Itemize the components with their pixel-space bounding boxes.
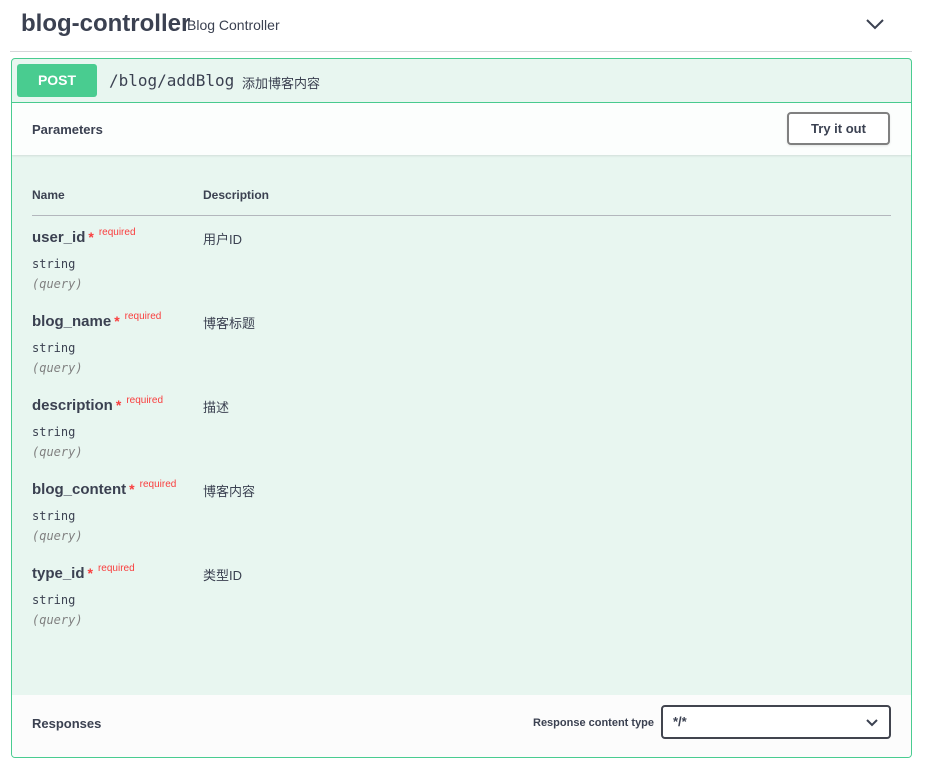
parameters-header: Parameters Try it out	[12, 103, 911, 155]
operation-path: /blog/addBlog	[109, 71, 235, 90]
http-method-badge: POST	[17, 64, 97, 97]
param-name: blog_name	[32, 313, 112, 330]
required-label: required	[98, 227, 136, 238]
param-name: blog_content	[32, 481, 127, 498]
required-star: *	[87, 565, 93, 581]
param-location: (query)	[32, 361, 83, 375]
operation-block: POST /blog/addBlog 添加博客内容 Parameters Try…	[11, 58, 912, 758]
param-description: 博客标题	[203, 316, 256, 331]
required-label: required	[97, 563, 135, 574]
param-type: string	[32, 341, 76, 355]
param-location: (query)	[32, 613, 83, 627]
column-header-description: Description	[203, 188, 270, 202]
param-type: string	[32, 257, 76, 271]
responses-title: Responses	[32, 716, 102, 731]
response-content-type-label: Response content type	[533, 717, 655, 729]
responses-header: Responses Response content type */*	[12, 695, 911, 757]
param-location: (query)	[32, 445, 83, 459]
parameter-row: blog_content * required string (query) 博客内…	[32, 479, 892, 561]
parameters-title: Parameters	[32, 122, 103, 137]
required-star: *	[115, 397, 122, 413]
param-type: string	[32, 425, 76, 439]
required-label: required	[126, 395, 164, 406]
param-location: (query)	[32, 277, 83, 291]
param-location: (query)	[32, 529, 83, 543]
chevron-down-icon	[866, 719, 878, 727]
tag-header[interactable]: blog-controller Blog Controller	[10, 0, 912, 52]
param-type: string	[32, 593, 76, 607]
header-divider	[32, 215, 891, 216]
parameter-row: user_id * required string (query) 用户ID	[32, 227, 892, 309]
tag-name[interactable]: blog-controller	[21, 10, 190, 38]
operation-summary[interactable]: POST /blog/addBlog 添加博客内容	[12, 59, 911, 103]
param-name: type_id	[32, 565, 85, 582]
parameter-row: type_id * required string (query) 类型ID	[32, 563, 892, 645]
response-content-type-select[interactable]: */*	[661, 705, 891, 739]
required-label: required	[139, 479, 177, 490]
required-star: *	[114, 313, 120, 329]
required-star: *	[129, 481, 135, 497]
try-it-out-button[interactable]: Try it out	[787, 112, 890, 145]
column-header-name: Name	[32, 188, 65, 202]
param-description: 博客内容	[203, 484, 256, 499]
parameter-row: blog_name * required string (query) 博客标题	[32, 311, 892, 393]
operation-summary-text: 添加博客内容	[242, 76, 321, 91]
param-description: 描述	[203, 400, 230, 415]
required-star: *	[88, 229, 94, 245]
parameter-row: description * required string (query) 描述	[32, 395, 892, 477]
param-type: string	[32, 509, 76, 523]
chevron-down-icon[interactable]	[863, 12, 887, 36]
required-label: required	[124, 311, 162, 322]
param-name: description	[32, 397, 113, 414]
content-type-value: */*	[673, 714, 687, 729]
tag-description: Blog Controller	[187, 17, 280, 33]
param-description: 类型ID	[203, 568, 243, 583]
param-name: user_id	[32, 229, 86, 246]
param-description: 用户ID	[203, 232, 243, 247]
